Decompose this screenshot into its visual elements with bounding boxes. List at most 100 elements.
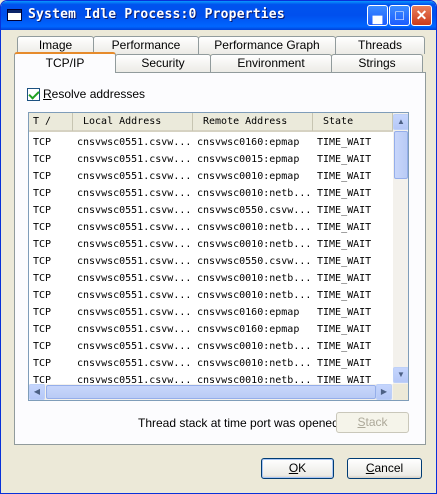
table-row[interactable]: TCP cnsvwsc0551.csvw... cnsvwsc0160:epmap T… xyxy=(29,134,393,151)
table-row[interactable]: TCP cnsvwsc0551.csvw... cnsvwsc0010:netb..… xyxy=(29,270,393,287)
scroll-down-icon[interactable]: ▼ xyxy=(393,367,408,383)
resolve-addresses-checkbox[interactable] xyxy=(27,88,40,101)
table-row[interactable]: TCP cnsvwsc0551.csvw... cnsvwsc0010:netb..… xyxy=(29,185,393,202)
cell-local-address: cnsvwsc0551.csvw... xyxy=(77,222,192,233)
scrollbar-corner xyxy=(393,384,408,400)
cell-remote-address: cnsvwsc0010:netb... xyxy=(197,188,312,199)
cell-local-address: cnsvwsc0551.csvw... xyxy=(77,205,192,216)
table-row[interactable]: TCP cnsvwsc0551.csvw... cnsvwsc0160:epmap T… xyxy=(29,304,393,321)
cell-remote-address: cnsvwsc0160:epmap xyxy=(197,307,300,318)
cell-state: TIME_WAIT xyxy=(317,154,372,165)
cell-state: TIME_WAIT xyxy=(317,290,372,301)
tab-tcp-ip[interactable]: TCP/IP xyxy=(14,52,116,73)
cell-state: TIME_WAIT xyxy=(317,324,372,335)
table-row[interactable]: TCP cnsvwsc0551.csvw... cnsvwsc0010:netb..… xyxy=(29,236,393,253)
cell-local-address: cnsvwsc0551.csvw... xyxy=(77,324,192,335)
cell-type: TCP xyxy=(33,188,52,199)
cell-remote-address: cnsvwsc0010:netb... xyxy=(197,222,312,233)
cell-local-address: cnsvwsc0551.csvw... xyxy=(77,239,192,250)
cell-state: TIME_WAIT xyxy=(317,307,372,318)
table-row[interactable]: TCP cnsvwsc0551.csvw... cnsvwsc0550.csvw..… xyxy=(29,202,393,219)
cell-type: TCP xyxy=(33,324,52,335)
cell-type: TCP xyxy=(33,307,52,318)
cell-type: TCP xyxy=(33,205,52,216)
cell-type: TCP xyxy=(33,358,52,369)
column-header-state[interactable]: State xyxy=(313,113,393,131)
cell-type: TCP xyxy=(33,154,52,165)
table-row[interactable]: TCP cnsvwsc0551.csvw... cnsvwsc0010:netb..… xyxy=(29,338,393,355)
cell-type: TCP xyxy=(33,273,52,284)
cell-local-address: cnsvwsc0551.csvw... xyxy=(77,256,192,267)
window-title: System Idle Process:0 Properties xyxy=(28,7,285,22)
scroll-up-icon[interactable]: ▲ xyxy=(393,114,408,130)
cell-state: TIME_WAIT xyxy=(317,239,372,250)
cell-type: TCP xyxy=(33,137,52,148)
column-header-local-address[interactable]: Local Address xyxy=(73,113,193,131)
table-row[interactable]: TCP cnsvwsc0551.csvw... cnsvwsc0010:netb..… xyxy=(29,355,393,372)
maximize-icon[interactable]: □ xyxy=(389,5,410,26)
cell-local-address: cnsvwsc0551.csvw... xyxy=(77,290,192,301)
cell-state: TIME_WAIT xyxy=(317,358,372,369)
cell-remote-address: cnsvwsc0010:netb... xyxy=(197,341,312,352)
scroll-right-icon[interactable]: ▶ xyxy=(376,384,392,400)
scroll-left-icon[interactable]: ◀ xyxy=(29,384,45,400)
table-row[interactable]: TCP cnsvwsc0551.csvw... cnsvwsc0010:netb..… xyxy=(29,219,393,236)
minimize-icon[interactable]: ▄ xyxy=(367,5,388,26)
tab-performance-graph[interactable]: Performance Graph xyxy=(198,36,336,54)
cell-local-address: cnsvwsc0551.csvw... xyxy=(77,154,192,165)
ok-button[interactable]: OK xyxy=(261,458,334,479)
cell-local-address: cnsvwsc0551.csvw... xyxy=(77,341,192,352)
connections-list[interactable]: T ∕ Local Address Remote Address State T… xyxy=(28,112,409,401)
vertical-scroll-thumb[interactable] xyxy=(394,131,408,179)
table-row[interactable]: TCP cnsvwsc0551.csvw... cnsvwsc0160:epmap T… xyxy=(29,321,393,338)
table-row[interactable]: TCP cnsvwsc0551.csvw... cnsvwsc0010:netb..… xyxy=(29,287,393,304)
cell-type: TCP xyxy=(33,290,52,301)
cell-remote-address: cnsvwsc0010:epmap xyxy=(197,171,300,182)
table-row[interactable]: TCP cnsvwsc0551.csvw... cnsvwsc0010:epmap T… xyxy=(29,168,393,185)
cell-state: TIME_WAIT xyxy=(317,273,372,284)
cell-remote-address: cnsvwsc0010:netb... xyxy=(197,290,312,301)
title-bar[interactable]: System Idle Process:0 Properties ▄ □ ✕ xyxy=(1,1,436,30)
tab-environment[interactable]: Environment xyxy=(210,54,332,72)
column-header-type[interactable]: T ∕ xyxy=(29,113,73,131)
stack-button-label-rest: tack xyxy=(365,415,388,429)
cancel-button-label-rest: ancel xyxy=(374,461,404,475)
cell-state: TIME_WAIT xyxy=(317,205,372,216)
cell-state: TIME_WAIT xyxy=(317,222,372,233)
cell-state: TIME_WAIT xyxy=(317,171,372,182)
table-row[interactable]: TCP cnsvwsc0551.csvw... cnsvwsc0550.csvw..… xyxy=(29,253,393,270)
ok-button-label-rest: K xyxy=(298,461,307,475)
horizontal-scroll-thumb[interactable] xyxy=(46,385,376,399)
vertical-scrollbar[interactable]: ▲ ▼ xyxy=(393,113,408,384)
cell-remote-address: cnsvwsc0160:epmap xyxy=(197,324,300,335)
horizontal-scrollbar[interactable]: ◀ ▶ xyxy=(29,384,393,400)
tab-strings[interactable]: Strings xyxy=(331,54,423,72)
cell-state: TIME_WAIT xyxy=(317,188,372,199)
cancel-button[interactable]: Cancel xyxy=(347,458,422,479)
thread-stack-caption: Thread stack at time port was opened xyxy=(138,416,339,430)
cell-remote-address: cnsvwsc0010:netb... xyxy=(197,273,312,284)
close-icon[interactable]: ✕ xyxy=(411,5,432,26)
column-header-remote-address[interactable]: Remote Address xyxy=(193,113,313,131)
cell-remote-address: cnsvwsc0160:epmap xyxy=(197,137,300,148)
cell-type: TCP xyxy=(33,239,52,250)
cell-remote-address: cnsvwsc0010:netb... xyxy=(197,358,312,369)
stack-button[interactable]: Stack xyxy=(336,412,409,433)
tab-threads[interactable]: Threads xyxy=(335,36,425,54)
cell-remote-address: cnsvwsc0015:epmap xyxy=(197,154,300,165)
cell-state: TIME_WAIT xyxy=(317,256,372,267)
cell-type: TCP xyxy=(33,171,52,182)
cell-local-address: cnsvwsc0551.csvw... xyxy=(77,171,192,182)
cell-local-address: cnsvwsc0551.csvw... xyxy=(77,137,192,148)
properties-window: System Idle Process:0 Properties ▄ □ ✕ I… xyxy=(0,0,437,494)
table-row[interactable]: TCP cnsvwsc0551.csvw... cnsvwsc0015:epmap T… xyxy=(29,151,393,168)
window-app-icon xyxy=(7,9,22,21)
cell-local-address: cnsvwsc0551.csvw... xyxy=(77,358,192,369)
cell-local-address: cnsvwsc0551.csvw... xyxy=(77,273,192,284)
tab-security[interactable]: Security xyxy=(115,54,211,72)
cell-state: TIME_WAIT xyxy=(317,341,372,352)
cell-local-address: cnsvwsc0551.csvw... xyxy=(77,307,192,318)
resolve-addresses-label-rest: esolve addresses xyxy=(51,87,146,101)
resolve-addresses-label[interactable]: Resolve addresses xyxy=(43,87,145,101)
cell-type: TCP xyxy=(33,256,52,267)
